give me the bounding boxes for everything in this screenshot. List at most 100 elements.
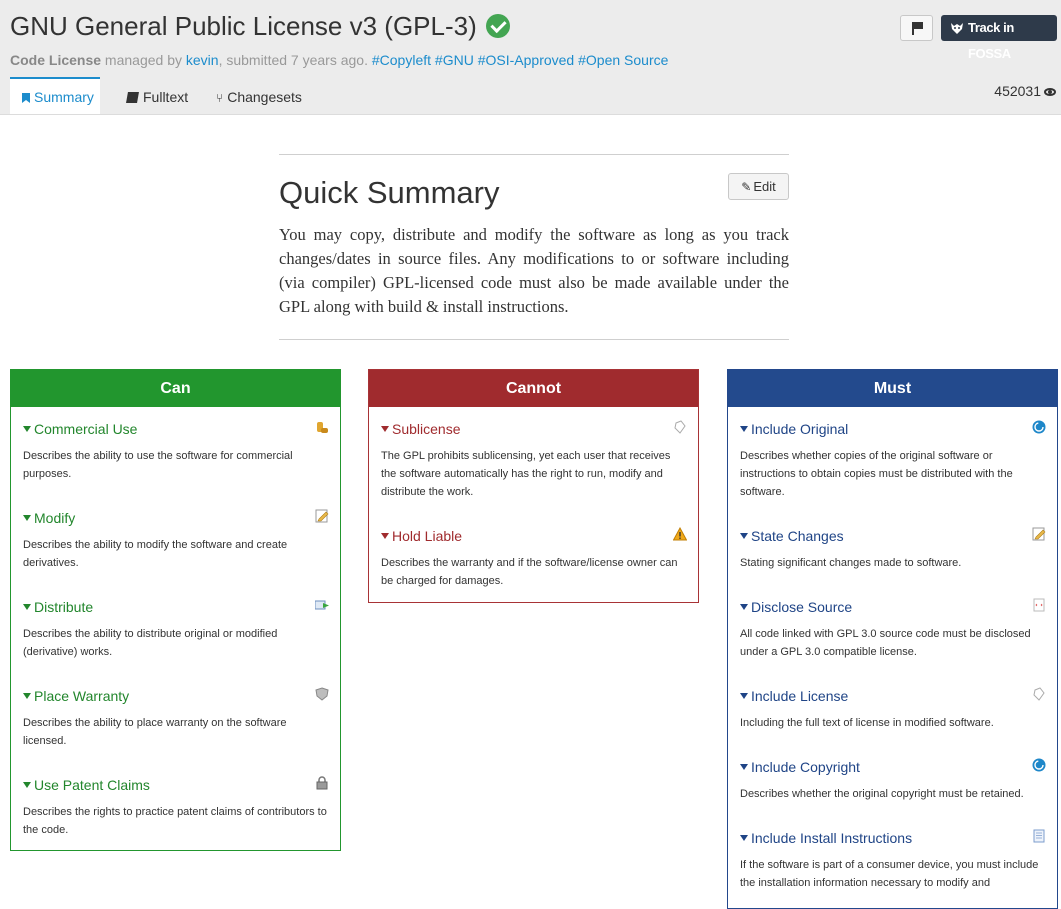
tab-changesets-label: Changesets bbox=[227, 89, 302, 105]
rule-toggle-distribute[interactable]: Distribute bbox=[23, 598, 328, 616]
caret-down-icon bbox=[381, 533, 389, 539]
rule-description: Describes the warranty and if the softwa… bbox=[381, 557, 678, 587]
cannot-column: Cannot Sublicense The GPL prohibits subl… bbox=[368, 369, 699, 603]
rule-description: Describes whether copies of the original… bbox=[740, 450, 1013, 498]
bookmark-icon bbox=[22, 93, 30, 103]
rule-toggle-include-original[interactable]: Include Original bbox=[740, 420, 1045, 438]
caret-down-icon bbox=[23, 782, 31, 788]
summary-title: Quick Summary bbox=[279, 175, 500, 210]
code-fork-icon: ⑂ bbox=[216, 91, 224, 105]
tag-link-osi-approved[interactable]: #OSI-Approved bbox=[478, 52, 575, 68]
edit-button[interactable]: ✎ Edit bbox=[728, 173, 789, 200]
rule-item-modify: Modify Describes the ability to modify t… bbox=[11, 496, 340, 585]
cannot-heading: Cannot bbox=[369, 370, 698, 407]
summary-bottom-divider bbox=[279, 339, 789, 340]
caret-down-icon bbox=[740, 426, 748, 432]
rule-label: Include Original bbox=[751, 421, 849, 437]
book-icon bbox=[126, 92, 139, 103]
rule-item-place-warranty: Place Warranty Describes the ability to … bbox=[11, 674, 340, 763]
edit-button-label: Edit bbox=[753, 179, 776, 194]
rule-toggle-commercial-use[interactable]: Commercial Use bbox=[23, 420, 328, 438]
rule-item-commercial-use: Commercial Use Describes the ability to … bbox=[11, 407, 340, 496]
rule-description: Describes the ability to modify the soft… bbox=[23, 539, 288, 569]
copyright-icon bbox=[1032, 758, 1046, 772]
rule-item-hold-liable: Hold Liable Describes the warranty and i… bbox=[369, 514, 698, 603]
rule-toggle-state-changes[interactable]: State Changes bbox=[740, 527, 1045, 545]
rule-label: Sublicense bbox=[392, 421, 461, 437]
rule-description: Describes the ability to place warranty … bbox=[23, 717, 287, 747]
rule-label: Distribute bbox=[34, 599, 94, 615]
rule-toggle-include-license[interactable]: Include License bbox=[740, 687, 1045, 705]
tag-link-open-source[interactable]: #Open Source bbox=[578, 52, 668, 68]
track-in-fossa-button[interactable]: Track in FOSSA bbox=[941, 15, 1057, 61]
caret-down-icon bbox=[23, 515, 31, 521]
rule-item-sublicense: Sublicense The GPL prohibits sublicensin… bbox=[369, 407, 698, 514]
caret-down-icon bbox=[740, 604, 748, 610]
caret-down-icon bbox=[740, 764, 748, 770]
rule-item-state-changes: State Changes Stating significant change… bbox=[728, 514, 1057, 585]
rule-description: All code linked with GPL 3.0 source code… bbox=[740, 628, 1031, 658]
caret-down-icon bbox=[23, 604, 31, 610]
fossa-logo-icon bbox=[951, 23, 963, 34]
pencil-icon: ✎ bbox=[741, 180, 752, 194]
rule-item-include-original: Include Original Describes whether copie… bbox=[728, 407, 1057, 514]
rule-toggle-hold-liable[interactable]: Hold Liable bbox=[381, 527, 686, 545]
rule-label: Hold Liable bbox=[392, 528, 463, 544]
managed-by-text: managed by bbox=[104, 52, 182, 68]
managed-by-user-link[interactable]: kevin bbox=[186, 52, 219, 68]
view-count: 452031 bbox=[994, 83, 1056, 99]
track-in-fossa-label: Track in FOSSA bbox=[968, 20, 1014, 61]
rule-toggle-sublicense[interactable]: Sublicense bbox=[381, 420, 686, 438]
tab-summary[interactable]: Summary bbox=[10, 77, 100, 114]
tag-link-copyleft[interactable]: #Copyleft bbox=[372, 52, 431, 68]
rule-label: Use Patent Claims bbox=[34, 777, 150, 793]
shield-icon bbox=[315, 687, 329, 701]
caret-down-icon bbox=[23, 693, 31, 699]
rule-toggle-place-warranty[interactable]: Place Warranty bbox=[23, 687, 328, 705]
lock-icon bbox=[316, 776, 328, 790]
summary-text: You may copy, distribute and modify the … bbox=[279, 225, 789, 316]
rule-label: Place Warranty bbox=[34, 688, 130, 704]
tab-changesets[interactable]: ⑂ Changesets bbox=[216, 77, 302, 114]
caret-down-icon bbox=[381, 426, 389, 432]
rule-toggle-use-patent-claims[interactable]: Use Patent Claims bbox=[23, 776, 328, 794]
warning-icon bbox=[673, 527, 687, 541]
must-column: Must Include Original Describes whether … bbox=[727, 369, 1058, 909]
must-heading: Must bbox=[728, 370, 1057, 407]
document-icon bbox=[1033, 829, 1045, 843]
rule-item-include-install-instructions: Include Install Instructions If the soft… bbox=[728, 816, 1057, 905]
rule-description: If the software is part of a consumer de… bbox=[740, 859, 1039, 889]
rule-description: Describes the rights to practice patent … bbox=[23, 806, 327, 836]
summary-top-divider bbox=[279, 154, 789, 155]
rule-toggle-include-copyright[interactable]: Include Copyright bbox=[740, 758, 1045, 776]
can-heading: Can bbox=[11, 370, 340, 407]
rule-item-distribute: Distribute Describes the ability to dist… bbox=[11, 585, 340, 674]
caret-down-icon bbox=[23, 426, 31, 432]
copyright-icon bbox=[1032, 420, 1046, 434]
rule-label: Modify bbox=[34, 510, 76, 526]
rule-toggle-modify[interactable]: Modify bbox=[23, 509, 328, 527]
license-title-text: GNU General Public License v3 (GPL-3) bbox=[10, 11, 477, 41]
tag-link-gnu[interactable]: #GNU bbox=[435, 52, 474, 68]
flag-icon bbox=[912, 22, 924, 35]
license-title: GNU General Public License v3 (GPL-3) bbox=[10, 10, 510, 42]
rule-item-include-copyright: Include Copyright Describes whether the … bbox=[728, 745, 1057, 816]
rule-toggle-include-install-instructions[interactable]: Include Install Instructions bbox=[740, 829, 1045, 847]
rule-description: Stating significant changes made to soft… bbox=[740, 557, 962, 569]
quick-summary: Quick Summary ✎ Edit You may copy, distri… bbox=[279, 154, 789, 340]
flag-button[interactable] bbox=[900, 15, 933, 41]
rule-label: State Changes bbox=[751, 528, 844, 544]
rule-label: Include Copyright bbox=[751, 759, 860, 775]
caret-down-icon bbox=[740, 835, 748, 841]
coins-icon bbox=[317, 422, 328, 433]
license-type: Code License bbox=[10, 52, 102, 68]
rule-label: Disclose Source bbox=[751, 599, 853, 615]
view-count-value: 452031 bbox=[994, 83, 1041, 99]
tag-icon bbox=[1033, 687, 1045, 701]
tab-summary-label: Summary bbox=[34, 89, 94, 105]
caret-down-icon bbox=[740, 693, 748, 699]
edit-document-icon bbox=[315, 509, 329, 523]
tab-fulltext[interactable]: Fulltext bbox=[126, 77, 188, 114]
rule-toggle-disclose-source[interactable]: Disclose Source bbox=[740, 598, 1045, 616]
rule-description: The GPL prohibits sublicensing, yet each… bbox=[381, 450, 671, 498]
